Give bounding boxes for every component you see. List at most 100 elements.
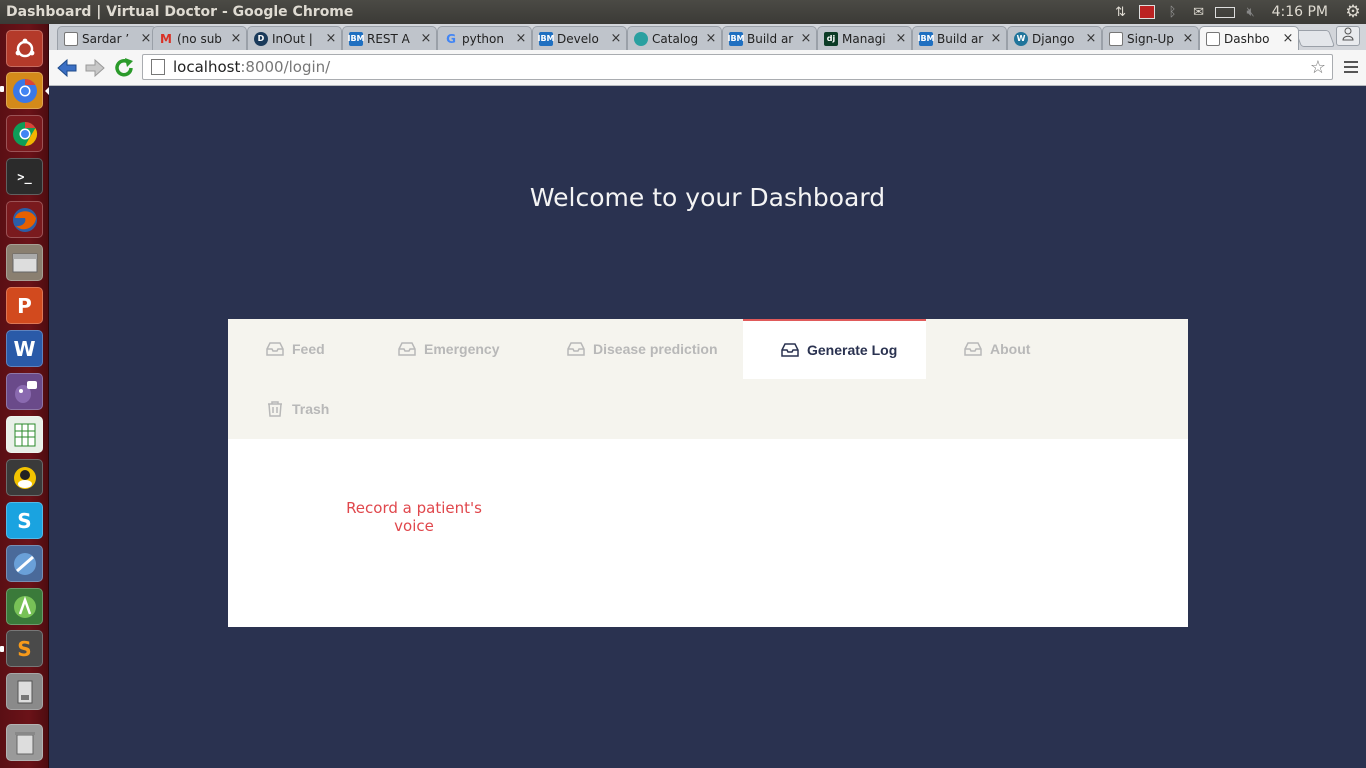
close-icon[interactable]: × (1182, 31, 1194, 46)
browser-tab-label: InOut | (272, 31, 313, 46)
wordpress-icon: W (1014, 31, 1028, 46)
dashboard-tabs: Feed Emergency Disease prediction Genera… (228, 319, 1188, 439)
ibm-icon: IBM (727, 31, 745, 46)
chrome-icon[interactable] (6, 115, 43, 152)
menu-icon (1344, 61, 1358, 63)
tab-label: Trash (292, 401, 330, 417)
ibm-icon: IBM (347, 31, 365, 46)
chromium-icon[interactable] (6, 72, 43, 109)
bookmark-star-icon[interactable]: ☆ (1310, 57, 1326, 78)
skype-icon[interactable]: S (6, 502, 43, 539)
back-button[interactable] (55, 56, 79, 80)
page-icon (64, 31, 78, 46)
arrow-left-icon (57, 58, 77, 78)
tab-feed[interactable]: Feed (266, 319, 325, 379)
catalog-icon (634, 31, 648, 46)
browser-tab[interactable]: G python × (437, 26, 532, 50)
usb-drive-icon[interactable] (6, 673, 43, 710)
wps-presentation-icon[interactable]: P (6, 287, 43, 324)
browser-tab[interactable]: Sign-Up × (1102, 26, 1199, 50)
close-icon[interactable]: × (895, 31, 907, 46)
gear-icon[interactable]: ⚙ (1340, 0, 1366, 24)
gmail-icon: M (160, 31, 172, 46)
close-icon[interactable]: × (990, 31, 1002, 46)
close-icon[interactable]: × (420, 31, 432, 46)
wps-writer-icon[interactable]: W (6, 330, 43, 367)
chrome-menu-button[interactable] (1341, 56, 1361, 78)
unknown-app-icon[interactable] (6, 545, 43, 582)
close-icon[interactable]: × (325, 31, 337, 46)
inbox-icon (398, 342, 416, 356)
browser-tab-label: Catalog (652, 31, 699, 46)
browser-tab[interactable]: IBM REST A × (342, 26, 437, 50)
browser-tab[interactable]: dj Managi × (817, 26, 912, 50)
record-voice-link[interactable]: Record a patient's voice (328, 499, 500, 535)
files-icon[interactable] (6, 244, 43, 281)
forward-button[interactable] (83, 56, 107, 80)
system-tray: ⇅ ᛒ ✉ 🔇︎ 4:16 PM ⚙ (1108, 0, 1366, 24)
transfer-icon[interactable]: ⇅ (1108, 0, 1134, 24)
close-icon[interactable]: × (800, 31, 812, 46)
inbox-icon (567, 342, 585, 356)
browser-tab[interactable]: D InOut | × (247, 26, 342, 50)
inbox-icon (964, 342, 982, 356)
firefox-icon[interactable] (6, 201, 43, 238)
ibm-icon: IBM (537, 31, 555, 46)
close-icon[interactable]: × (1282, 31, 1294, 46)
url-path: :8000/login/ (240, 58, 331, 76)
reload-button[interactable] (112, 56, 136, 80)
record-icon[interactable] (1134, 0, 1160, 24)
arrow-right-icon (85, 58, 105, 78)
browser-tab-active[interactable]: Dashbo × (1199, 26, 1299, 50)
page-viewport: Welcome to your Dashboard Feed Emergency… (49, 87, 1366, 768)
tab-label: Disease prediction (593, 341, 718, 357)
battery-icon[interactable] (1212, 0, 1238, 24)
mail-icon[interactable]: ✉ (1186, 0, 1212, 24)
trash-icon[interactable] (6, 724, 43, 761)
tab-disease-prediction[interactable]: Disease prediction (567, 319, 718, 379)
browser-tab-label: Managi (842, 31, 886, 46)
close-icon[interactable]: × (1085, 31, 1097, 46)
android-studio-icon[interactable] (6, 588, 43, 625)
browser-tab[interactable]: Catalog × (627, 26, 722, 50)
page-icon (1109, 31, 1123, 46)
volume-muted-icon[interactable]: 🔇︎ (1238, 0, 1264, 24)
new-tab-button[interactable] (1294, 30, 1336, 47)
ubuntu-dash-icon[interactable] (6, 30, 43, 67)
browser-tab[interactable]: IBM Develo × (532, 26, 627, 50)
browser-tab[interactable]: IBM Build ar × (722, 26, 817, 50)
browser-tab-label: Build ar (747, 31, 794, 46)
gnome-games-icon[interactable] (6, 459, 43, 496)
browser-tab[interactable]: IBM Build ar × (912, 26, 1007, 50)
browser-tab[interactable]: Sardar ’ × (57, 26, 157, 50)
close-icon[interactable]: × (610, 31, 622, 46)
dashboard-panel: Feed Emergency Disease prediction Genera… (228, 319, 1188, 627)
browser-tab-label: Dashbo (1224, 31, 1270, 46)
clock[interactable]: 4:16 PM (1264, 4, 1340, 20)
browser-tab-label: Build ar (937, 31, 984, 46)
close-icon[interactable]: × (515, 31, 527, 46)
spreadsheet-icon[interactable] (6, 416, 43, 453)
terminal-icon[interactable]: >_ (6, 158, 43, 195)
close-icon[interactable]: × (705, 31, 717, 46)
page-title: Welcome to your Dashboard (529, 183, 886, 212)
browser-tab-label: Sardar ’ (82, 31, 130, 46)
inbox-icon (266, 342, 284, 356)
browser-tab[interactable]: W Django × (1007, 26, 1102, 50)
browser-tab-label: (no sub (177, 31, 222, 46)
browser-tab-label: python (462, 31, 504, 46)
trash-icon (268, 401, 282, 417)
address-bar[interactable]: localhost:8000/login/ ☆ (142, 54, 1333, 80)
record-voice-label-line1: Record a patient's (346, 499, 482, 517)
tab-trash[interactable]: Trash (266, 379, 329, 439)
profile-button[interactable] (1336, 26, 1360, 46)
pidgin-icon[interactable] (6, 373, 43, 410)
tab-emergency[interactable]: Emergency (398, 319, 499, 379)
tab-generate-log[interactable]: Generate Log (743, 319, 926, 379)
bluetooth-icon[interactable]: ᛒ (1160, 0, 1186, 24)
tab-about[interactable]: About (964, 319, 1030, 379)
browser-tab[interactable]: M (no sub × (152, 26, 247, 50)
close-icon[interactable]: × (230, 31, 242, 46)
sublime-text-icon[interactable]: S (6, 630, 43, 667)
close-icon[interactable]: × (140, 31, 152, 46)
